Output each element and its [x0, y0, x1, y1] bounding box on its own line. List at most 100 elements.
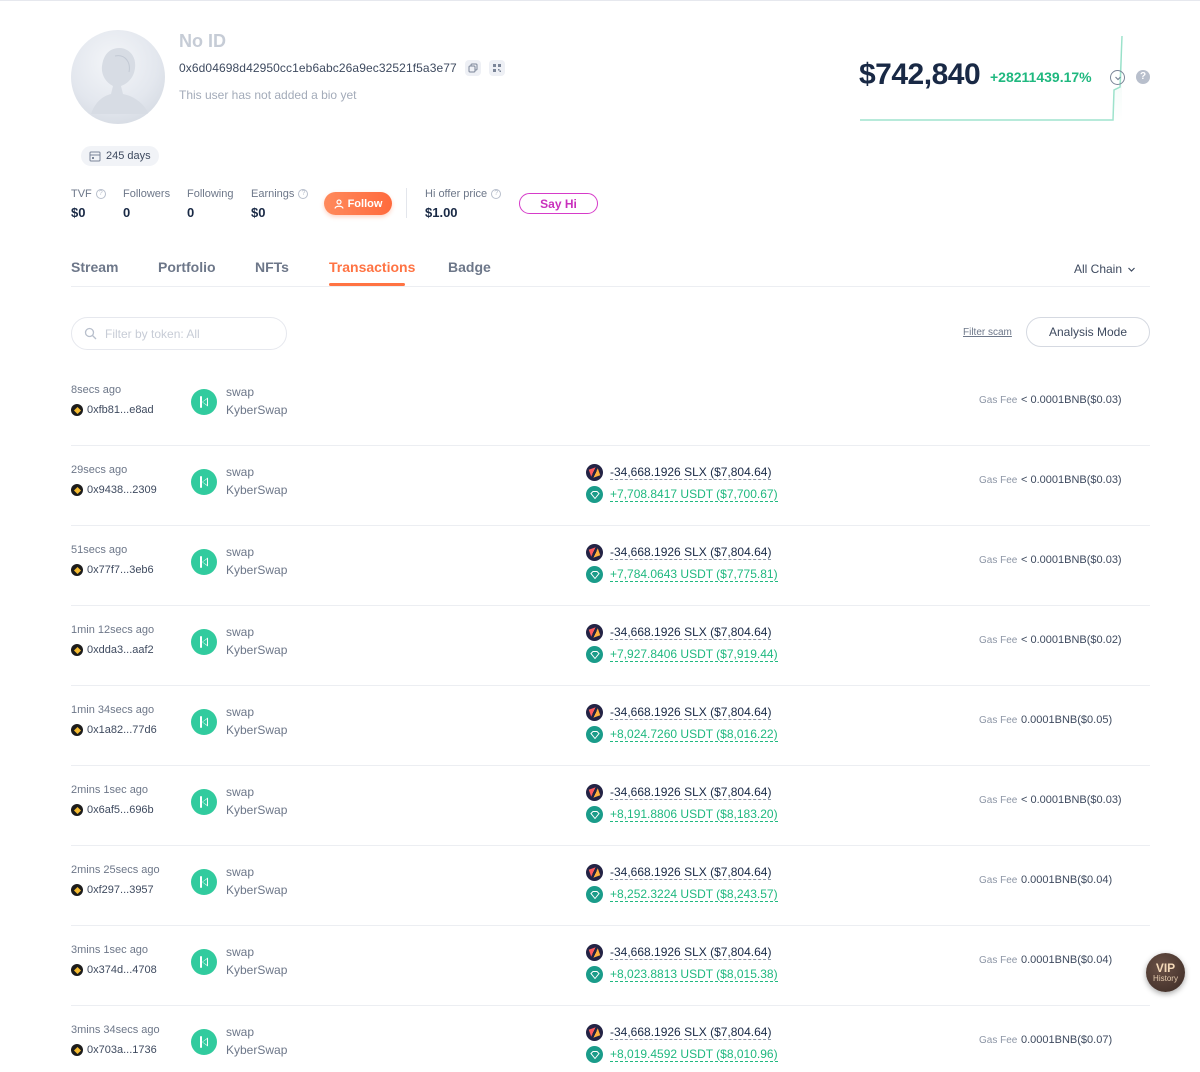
tx-protocol: KyberSwap [226, 403, 288, 417]
tab-stream[interactable]: Stream [71, 259, 118, 275]
chevron-down-icon [1128, 267, 1135, 272]
token-out-amount[interactable]: -34,668.1926 SLX ($7,804.64) [610, 625, 772, 640]
analysis-mode-button[interactable]: Analysis Mode [1026, 317, 1150, 347]
usdt-token-icon [586, 486, 603, 503]
tx-hash: 0x6af5...696b [87, 804, 154, 816]
qr-code-icon[interactable] [488, 60, 505, 76]
token-in: +7,708.8417 USDT ($7,700.67) [586, 486, 778, 503]
token-out-amount[interactable]: -34,668.1926 SLX ($7,804.64) [610, 465, 772, 480]
earnings-value: $0 [251, 205, 266, 220]
tab-badge[interactable]: Badge [448, 259, 491, 275]
avatar[interactable] [71, 30, 165, 124]
token-in-amount[interactable]: +7,927.8406 USDT ($7,919.44) [610, 647, 778, 662]
tx-hash: 0x9438...2309 [87, 484, 157, 496]
kyberswap-icon [191, 709, 217, 735]
copy-icon[interactable] [464, 60, 481, 76]
token-in: +7,927.8406 USDT ($7,919.44) [586, 646, 778, 663]
tx-hash-link[interactable]: 0x9438...2309 [71, 484, 157, 496]
following-label: Following [187, 188, 234, 200]
transaction-row[interactable]: 8secs ago 0xfb81...e8ad swap KyberSwap Gas F… [71, 366, 1150, 446]
token-out-amount[interactable]: -34,668.1926 SLX ($7,804.64) [610, 705, 772, 720]
tx-hash-link[interactable]: 0xdda3...aaf2 [71, 644, 154, 656]
token-out: -34,668.1926 SLX ($7,804.64) [586, 944, 772, 961]
stat-tvf: TVF? $0 [71, 188, 106, 220]
help-icon[interactable]: ? [95, 189, 106, 199]
top-border [0, 0, 1200, 1]
tx-hash-link[interactable]: 0x77f7...3eb6 [71, 564, 154, 576]
transaction-row[interactable]: 3mins 34secs ago 0x703a...1736 swap KyberSw… [71, 1006, 1150, 1072]
transaction-row[interactable]: 29secs ago 0x9438...2309 swap KyberSwap -34,… [71, 446, 1150, 526]
tx-time: 3mins 34secs ago [71, 1024, 160, 1036]
tx-hash-link[interactable]: 0x703a...1736 [71, 1044, 157, 1056]
vip-history-button[interactable]: VIP History [1146, 953, 1185, 992]
token-filter[interactable] [71, 317, 287, 350]
say-hi-button[interactable]: Say Hi [519, 193, 598, 214]
tx-hash-link[interactable]: 0x374d...4708 [71, 964, 157, 976]
token-out-amount[interactable]: -34,668.1926 SLX ($7,804.64) [610, 865, 772, 880]
usdt-token-icon [586, 726, 603, 743]
transaction-row[interactable]: 1min 12secs ago 0xdda3...aaf2 swap KyberSwa… [71, 606, 1150, 686]
profile-bio: This user has not added a bio yet [179, 88, 357, 102]
gas-fee-label: Gas Fee [979, 715, 1018, 726]
slx-token-icon [586, 464, 603, 481]
stat-following[interactable]: Following 0 [187, 188, 233, 220]
bnb-chain-icon [71, 884, 83, 896]
tab-transactions[interactable]: Transactions [329, 259, 415, 275]
token-out-amount[interactable]: -34,668.1926 SLX ($7,804.64) [610, 545, 772, 560]
token-out: -34,668.1926 SLX ($7,804.64) [586, 784, 772, 801]
user-icon [333, 198, 344, 209]
chevron-down-icon[interactable] [1110, 70, 1125, 85]
filter-scam-link[interactable]: Filter scam [963, 327, 1012, 338]
tab-portfolio[interactable]: Portfolio [158, 259, 216, 275]
token-in-amount[interactable]: +8,252.3224 USDT ($8,243.57) [610, 887, 778, 902]
gas-fee-label: Gas Fee [979, 1035, 1018, 1046]
tx-hash: 0x77f7...3eb6 [87, 564, 154, 576]
transaction-row[interactable]: 51secs ago 0x77f7...3eb6 swap KyberSwap -34,… [71, 526, 1150, 606]
token-in-amount[interactable]: +8,023.8813 USDT ($8,015.38) [610, 967, 778, 982]
tx-protocol: KyberSwap [226, 883, 288, 897]
token-in-amount[interactable]: +8,024.7260 USDT ($8,016.22) [610, 727, 778, 742]
tab-nfts[interactable]: NFTs [255, 259, 289, 275]
tx-hash-link[interactable]: 0x6af5...696b [71, 804, 154, 816]
chain-selector[interactable]: All Chain [1074, 262, 1136, 276]
tx-type: swap [226, 385, 255, 399]
token-out-amount[interactable]: -34,668.1926 SLX ($7,804.64) [610, 785, 772, 800]
transaction-row[interactable]: 2mins 1sec ago 0x6af5...696b swap KyberSwap… [71, 766, 1150, 846]
tx-protocol: KyberSwap [226, 563, 288, 577]
tx-time: 3mins 1sec ago [71, 944, 149, 956]
wallet-address: 0x6d04698d42950cc1eb6abc26a9ec32521f5a3e… [179, 61, 457, 75]
tx-type: swap [226, 865, 255, 879]
tx-hash-link[interactable]: 0xfb81...e8ad [71, 404, 154, 416]
token-in-amount[interactable]: +8,191.8806 USDT ($8,183.20) [610, 807, 778, 822]
token-in-amount[interactable]: +7,708.8417 USDT ($7,700.67) [610, 487, 778, 502]
transaction-row[interactable]: 1min 34secs ago 0x1a82...77d6 swap KyberSwa… [71, 686, 1150, 766]
token-in: +8,023.8813 USDT ($8,015.38) [586, 966, 778, 983]
gas-fee-label: Gas Fee [979, 555, 1018, 566]
earnings-label: Earnings [251, 188, 295, 200]
tx-hash-link[interactable]: 0x1a82...77d6 [71, 724, 157, 736]
follow-button[interactable]: Follow [324, 192, 392, 215]
token-out-amount[interactable]: -34,668.1926 SLX ($7,804.64) [610, 1025, 772, 1040]
transaction-row[interactable]: 2mins 25secs ago 0xf297...3957 swap KyberSw… [71, 846, 1150, 926]
token-out-amount[interactable]: -34,668.1926 SLX ($7,804.64) [610, 945, 772, 960]
hi-offer-label: Hi offer price [425, 188, 488, 200]
token-in-amount[interactable]: +7,784.0643 USDT ($7,775.81) [610, 567, 778, 582]
avatar-placeholder-icon [91, 48, 149, 114]
token-in-amount[interactable]: +8,019.4592 USDT ($8,010.96) [610, 1047, 778, 1062]
tx-type: swap [226, 785, 255, 799]
token-filter-input[interactable] [105, 326, 275, 341]
help-icon[interactable]: ? [1136, 70, 1150, 84]
kyberswap-icon [191, 869, 217, 895]
tx-hash: 0x703a...1736 [87, 1044, 157, 1056]
bnb-chain-icon [71, 804, 83, 816]
stat-followers[interactable]: Followers 0 [123, 188, 170, 220]
stat-earnings: Earnings? $0 [251, 188, 309, 220]
help-icon[interactable]: ? [298, 189, 309, 199]
gas-fee-value: < 0.0001BNB($0.02) [1021, 634, 1122, 646]
slx-token-icon [586, 864, 603, 881]
help-icon[interactable]: ? [491, 189, 502, 199]
bnb-chain-icon [71, 484, 83, 496]
followers-value: 0 [123, 205, 131, 220]
transaction-row[interactable]: 3mins 1sec ago 0x374d...4708 swap KyberSwap… [71, 926, 1150, 1006]
tx-hash-link[interactable]: 0xf297...3957 [71, 884, 154, 896]
